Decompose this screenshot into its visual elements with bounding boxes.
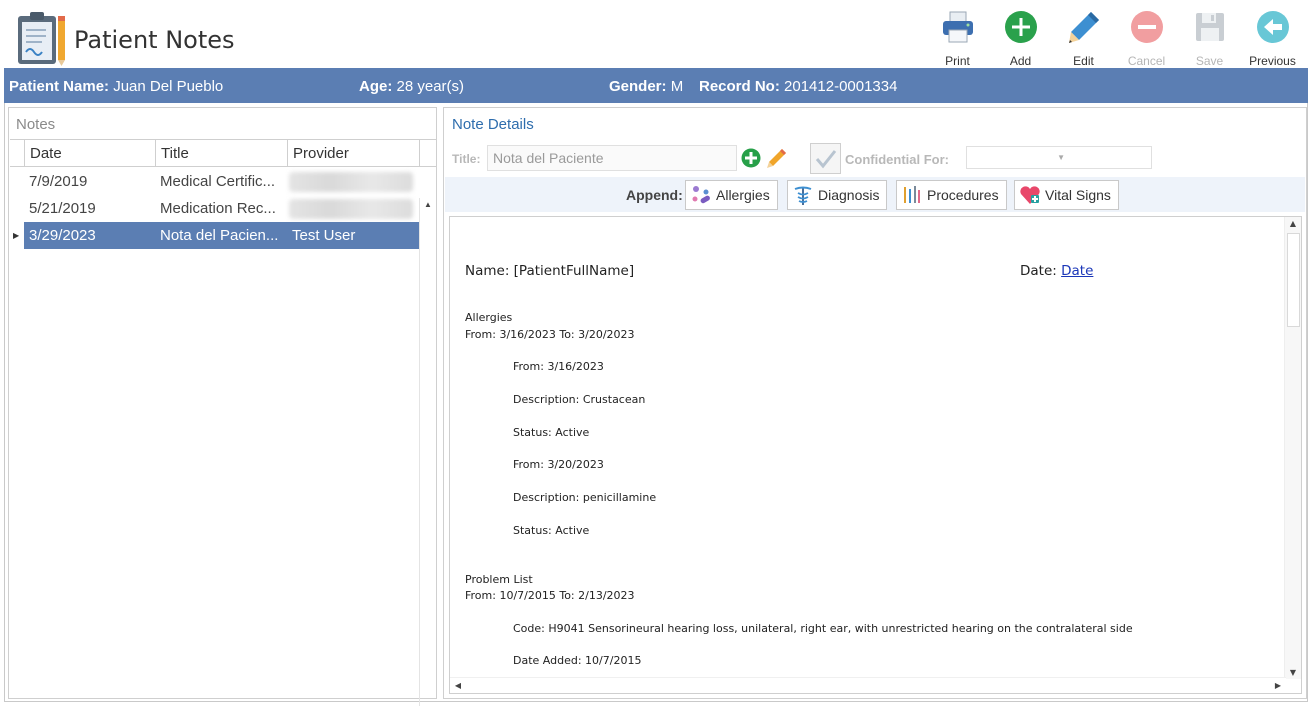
doc-text: Code: H9041 Sensorineural hearing loss, … <box>513 622 1133 635</box>
scroll-down-icon[interactable]: ▼ <box>1285 668 1301 677</box>
previous-button[interactable]: Previous <box>1241 8 1304 68</box>
doc-allergies-range: From: 3/16/2023 To: 3/20/2023 <box>465 328 635 341</box>
confidential-label: Confidential For: <box>845 152 949 167</box>
printer-icon <box>941 10 975 44</box>
notes-panel: Notes Date Title Provider 7/9/2019 Medic… <box>8 107 437 706</box>
table-row[interactable]: 7/9/2019 Medical Certific... <box>10 168 420 195</box>
cell-title: Medication Rec... <box>160 200 276 217</box>
edit-title-pencil-icon[interactable] <box>766 147 788 169</box>
heart-plus-icon <box>1019 184 1041 206</box>
patient-gender: Gender: M <box>609 78 684 95</box>
append-procedures-button[interactable]: Procedures <box>896 180 1007 210</box>
table-row-selected[interactable]: 3/29/2023 Nota del Pacien... Test User <box>24 222 420 249</box>
clipboard-icon <box>16 10 68 66</box>
doc-text: Status: Active <box>513 426 590 439</box>
patient-name: Patient Name: Juan Del Pueblo <box>9 78 224 95</box>
doc-problem-heading: Problem List <box>465 573 533 586</box>
scroll-thumb[interactable] <box>1287 233 1300 327</box>
cell-date: 3/29/2023 <box>29 227 96 244</box>
pencil-icon <box>1067 10 1101 44</box>
scroll-right-icon[interactable]: ▶ <box>1270 681 1286 690</box>
confidential-for-select[interactable]: ▼ <box>966 146 1152 169</box>
notes-scrollbar[interactable]: ▲ ▼ <box>419 198 435 706</box>
doc-text: Description: penicillamine <box>513 491 657 504</box>
title-row: Title: Confidential For: ▼ <box>452 143 1302 174</box>
note-details-title: Note Details <box>452 116 534 133</box>
caduceus-icon <box>792 184 814 206</box>
title-label: Title: <box>452 152 481 166</box>
add-title-icon[interactable] <box>740 147 762 169</box>
plus-circle-icon <box>1004 10 1038 44</box>
cell-provider: Test User <box>292 227 356 244</box>
doc-text: Date Added: 10/7/2015 <box>513 654 642 667</box>
document-horizontal-scrollbar[interactable]: ◀ ▶ <box>450 677 1286 693</box>
doc-text: Status: Active <box>513 524 590 537</box>
note-title-input[interactable] <box>487 145 737 171</box>
scroll-up-icon[interactable]: ▲ <box>1285 219 1301 228</box>
append-allergies-button[interactable]: Allergies <box>685 180 778 210</box>
patient-record-no: Record No: 201412-0001334 <box>699 78 898 95</box>
minus-circle-icon <box>1130 10 1164 44</box>
doc-name-line: Name: [PatientFullName] <box>465 263 635 279</box>
print-button[interactable]: Print <box>926 8 989 68</box>
doc-date-line: Date: Date <box>1020 263 1094 279</box>
doc-text: Description: Crustacean <box>513 393 646 406</box>
header: Patient Notes Print Add Edit Cancel Save… <box>4 4 1308 68</box>
doc-text: From: 3/20/2023 <box>513 458 604 471</box>
table-row[interactable]: 5/21/2019 Medication Rec... <box>10 195 420 222</box>
redacted-provider <box>289 172 413 192</box>
doc-problem-range: From: 10/7/2015 To: 2/13/2023 <box>465 589 635 602</box>
column-header-provider[interactable]: Provider <box>287 140 419 167</box>
note-document-editor[interactable]: Name: [PatientFullName] Date: Date Aller… <box>449 216 1302 694</box>
notes-panel-title: Notes <box>16 116 56 133</box>
column-header-date[interactable]: Date <box>24 140 155 167</box>
pills-icon <box>690 184 712 206</box>
append-label: Append: <box>626 187 683 203</box>
surgical-tools-icon <box>901 184 923 206</box>
append-vital-signs-button[interactable]: Vital Signs <box>1014 180 1119 210</box>
document-vertical-scrollbar[interactable]: ▲ ▼ <box>1284 217 1301 679</box>
toolbar: Print Add Edit Cancel Save Previous <box>926 8 1304 68</box>
doc-text: From: 3/16/2023 <box>513 360 604 373</box>
column-header-title[interactable]: Title <box>155 140 287 167</box>
date-link[interactable]: Date <box>1061 263 1093 279</box>
append-diagnosis-button[interactable]: Diagnosis <box>787 180 888 210</box>
scroll-left-icon[interactable]: ◀ <box>450 681 466 690</box>
cell-title: Medical Certific... <box>160 173 276 190</box>
arrow-left-circle-icon <box>1256 10 1290 44</box>
notes-grid-header: Date Title Provider <box>10 140 436 167</box>
checkmark-icon <box>815 149 836 168</box>
append-bar: Append: Allergies Diagnosis Procedures V… <box>445 177 1305 212</box>
notes-grid: Date Title Provider 7/9/2019 Medical Cer… <box>10 139 436 706</box>
scroll-up-icon[interactable]: ▲ <box>420 200 436 209</box>
edit-button[interactable]: Edit <box>1052 8 1115 68</box>
chevron-down-icon: ▼ <box>1057 153 1065 162</box>
note-details-panel: Note Details Title: Confidential For: <box>443 107 1307 699</box>
confidential-checkbox[interactable] <box>810 143 841 174</box>
cell-title: Nota del Pacien... <box>160 227 279 244</box>
add-button[interactable]: Add <box>989 8 1052 68</box>
floppy-disk-icon <box>1193 10 1227 44</box>
row-indicator-icon: ▶ <box>13 231 20 240</box>
doc-allergies-heading: Allergies <box>465 311 513 324</box>
redacted-provider <box>289 199 413 219</box>
page-title: Patient Notes <box>74 26 235 54</box>
cell-date: 5/21/2019 <box>29 200 96 217</box>
cell-date: 7/9/2019 <box>29 173 88 190</box>
patient-age: Age: 28 year(s) <box>359 78 465 95</box>
save-button[interactable]: Save <box>1178 8 1241 68</box>
cancel-button[interactable]: Cancel <box>1115 8 1178 68</box>
patient-info-bar: Patient Name: Juan Del Pueblo Age: 28 ye… <box>4 68 1308 103</box>
